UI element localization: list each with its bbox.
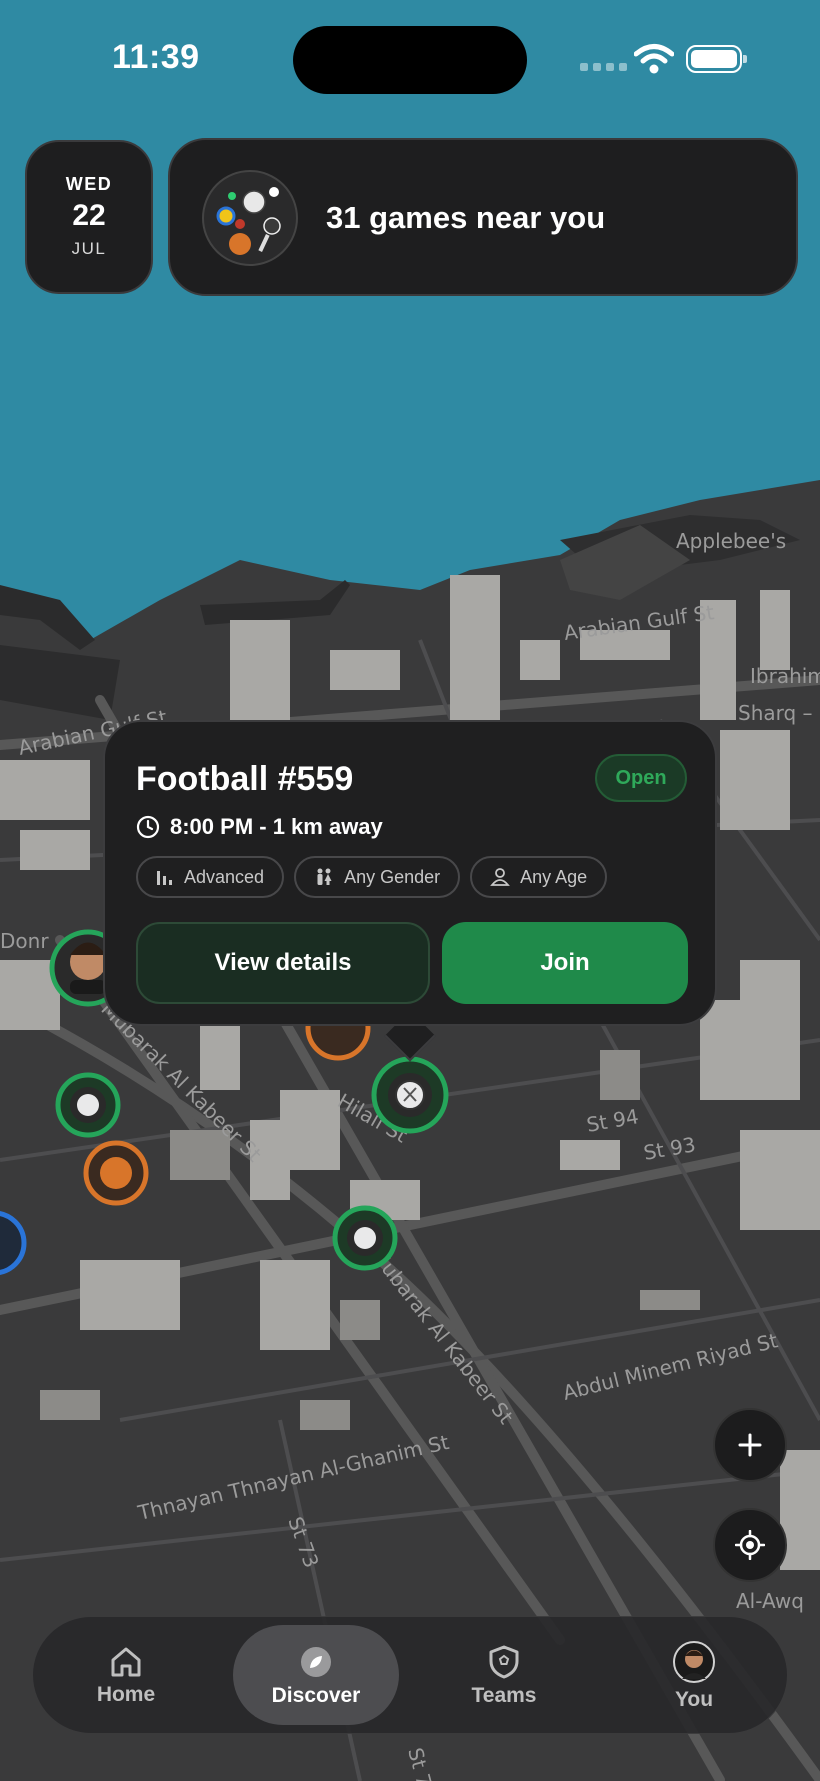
status-badge: Open [595, 754, 687, 802]
dynamic-island [293, 26, 527, 94]
chip-gender[interactable]: Any Gender [294, 856, 461, 898]
tab-bar: Home Discover Teams You [32, 1616, 788, 1734]
add-game-button[interactable] [713, 1408, 787, 1482]
chip-age[interactable]: Any Age [470, 856, 608, 898]
chip-level[interactable]: Advanced [136, 856, 285, 898]
map-pin-football[interactable] [55, 1072, 121, 1138]
time-distance-text: 8:00 PM - 1 km away [170, 814, 383, 839]
chip-label: Any Age [520, 866, 588, 887]
plus-icon [738, 1433, 762, 1457]
tab-you[interactable]: You [611, 1625, 777, 1725]
avatar [673, 1640, 715, 1683]
game-popup-card[interactable]: Football #559 Open 8:00 PM - 1 km away A… [103, 720, 717, 1026]
cellular-signal-icon [580, 63, 627, 71]
chip-label: Any Gender [344, 866, 441, 887]
shield-icon [489, 1645, 519, 1678]
map-label: Al-Awq [736, 1589, 804, 1613]
games-near-you-card[interactable]: 31 games near you [168, 138, 798, 296]
date-card[interactable]: WED 22 JUL [25, 140, 153, 294]
tab-label: You [674, 1687, 714, 1711]
status-time: 11:39 [112, 38, 200, 76]
join-button[interactable]: Join [442, 922, 688, 1004]
clock-icon [136, 815, 160, 839]
map-label: Donr [0, 929, 49, 953]
compass-icon [301, 1646, 331, 1677]
locate-me-button[interactable] [713, 1508, 787, 1582]
game-attribute-chips: Advanced Any Gender Any Age [136, 856, 608, 898]
chip-label: Advanced [184, 866, 265, 887]
battery-icon [686, 45, 747, 73]
tab-teams[interactable]: Teams [421, 1625, 587, 1725]
tab-label: Discover [271, 1683, 361, 1707]
map-pin-basketball[interactable] [83, 1140, 149, 1206]
view-details-button[interactable]: View details [136, 922, 430, 1004]
date-weekday: WED [65, 174, 113, 194]
tab-discover[interactable]: Discover [233, 1625, 399, 1725]
wifi-icon [634, 44, 674, 74]
map-label: Applebee's [676, 529, 786, 553]
home-icon [111, 1647, 141, 1676]
map-pin-football[interactable] [371, 1056, 449, 1134]
level-icon [157, 871, 172, 885]
map-pin-football[interactable] [332, 1205, 398, 1271]
map-label: Sharq – B [738, 701, 820, 725]
sports-collage-icon [202, 170, 298, 266]
gender-icon [317, 868, 332, 885]
game-title: Football #559 [136, 760, 354, 798]
tab-label: Teams [471, 1683, 537, 1707]
tab-home[interactable]: Home [43, 1625, 209, 1725]
date-month: JUL [71, 239, 107, 258]
games-count-label: 31 games near you [326, 200, 606, 235]
person-icon [490, 868, 510, 886]
tab-label: Home [96, 1682, 156, 1706]
map-label: Ibrahim [750, 664, 820, 688]
game-time-distance: 8:00 PM - 1 km away [136, 814, 383, 840]
date-day: 22 [72, 199, 106, 232]
locate-icon [735, 1530, 765, 1560]
